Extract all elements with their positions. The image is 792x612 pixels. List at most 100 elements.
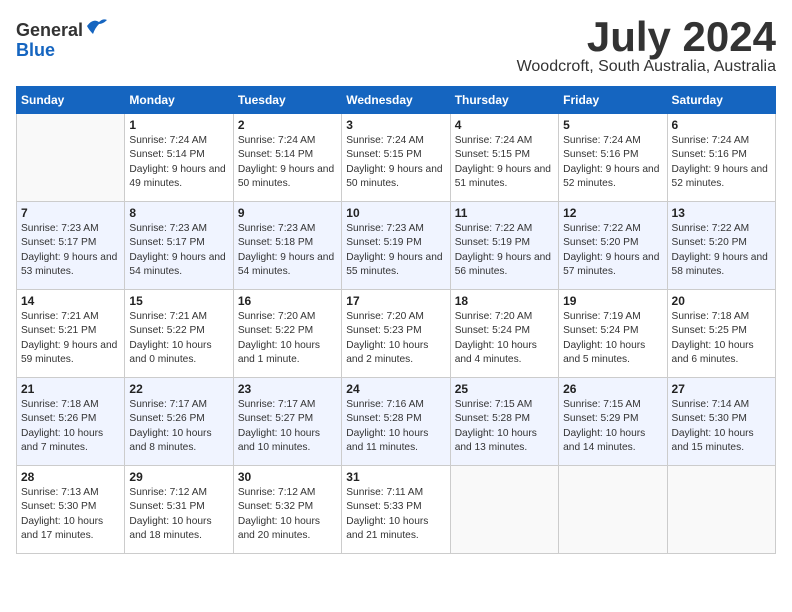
day-info: Sunrise: 7:23 AMSunset: 5:19 PMDaylight:… [346, 222, 445, 279]
calendar-table: SundayMondayTuesdayWednesdayThursdayFrid… [16, 86, 776, 554]
day-number: 19 [563, 294, 662, 308]
day-number: 17 [346, 294, 445, 308]
day-number: 26 [563, 382, 662, 396]
month-title: July 2024 [517, 16, 776, 58]
day-info: Sunrise: 7:17 AMSunset: 5:26 PMDaylight:… [129, 398, 228, 455]
day-number: 10 [346, 206, 445, 220]
day-number: 25 [455, 382, 554, 396]
calendar-day-cell: 13 Sunrise: 7:22 AMSunset: 5:20 PMDayligh… [667, 202, 775, 290]
calendar-day-cell: 20 Sunrise: 7:18 AMSunset: 5:25 PMDayligh… [667, 290, 775, 378]
day-info: Sunrise: 7:13 AMSunset: 5:30 PMDaylight:… [21, 486, 120, 543]
calendar-day-cell: 7 Sunrise: 7:23 AMSunset: 5:17 PMDaylight… [17, 202, 125, 290]
calendar-day-cell [667, 466, 775, 554]
day-info: Sunrise: 7:22 AMSunset: 5:20 PMDaylight:… [672, 222, 771, 279]
calendar-week-row: 7 Sunrise: 7:23 AMSunset: 5:17 PMDaylight… [17, 202, 776, 290]
day-number: 14 [21, 294, 120, 308]
calendar-day-cell: 19 Sunrise: 7:19 AMSunset: 5:24 PMDayligh… [559, 290, 667, 378]
day-number: 2 [238, 118, 337, 132]
day-number: 31 [346, 470, 445, 484]
calendar-day-cell: 25 Sunrise: 7:15 AMSunset: 5:28 PMDayligh… [450, 378, 558, 466]
day-info: Sunrise: 7:12 AMSunset: 5:32 PMDaylight:… [238, 486, 337, 543]
day-number: 27 [672, 382, 771, 396]
day-info: Sunrise: 7:23 AMSunset: 5:17 PMDaylight:… [21, 222, 120, 279]
day-number: 29 [129, 470, 228, 484]
day-info: Sunrise: 7:19 AMSunset: 5:24 PMDaylight:… [563, 310, 662, 367]
day-number: 16 [238, 294, 337, 308]
calendar-day-cell: 3 Sunrise: 7:24 AMSunset: 5:15 PMDaylight… [342, 114, 450, 202]
day-number: 30 [238, 470, 337, 484]
day-info: Sunrise: 7:24 AMSunset: 5:15 PMDaylight:… [346, 134, 445, 191]
calendar-day-cell: 11 Sunrise: 7:22 AMSunset: 5:19 PMDayligh… [450, 202, 558, 290]
day-info: Sunrise: 7:20 AMSunset: 5:23 PMDaylight:… [346, 310, 445, 367]
day-info: Sunrise: 7:15 AMSunset: 5:29 PMDaylight:… [563, 398, 662, 455]
day-info: Sunrise: 7:18 AMSunset: 5:26 PMDaylight:… [21, 398, 120, 455]
day-info: Sunrise: 7:21 AMSunset: 5:22 PMDaylight:… [129, 310, 228, 367]
calendar-week-row: 21 Sunrise: 7:18 AMSunset: 5:26 PMDayligh… [17, 378, 776, 466]
weekday-header: Sunday [17, 87, 125, 114]
calendar-week-row: 28 Sunrise: 7:13 AMSunset: 5:30 PMDayligh… [17, 466, 776, 554]
calendar-day-cell: 4 Sunrise: 7:24 AMSunset: 5:15 PMDaylight… [450, 114, 558, 202]
day-number: 13 [672, 206, 771, 220]
title-block: July 2024 Woodcroft, South Australia, Au… [517, 16, 776, 76]
calendar-day-cell: 5 Sunrise: 7:24 AMSunset: 5:16 PMDaylight… [559, 114, 667, 202]
day-number: 4 [455, 118, 554, 132]
calendar-day-cell: 21 Sunrise: 7:18 AMSunset: 5:26 PMDayligh… [17, 378, 125, 466]
day-info: Sunrise: 7:24 AMSunset: 5:16 PMDaylight:… [563, 134, 662, 191]
logo-blue: Blue [16, 40, 55, 60]
calendar-day-cell: 31Sunrise: 7:11 AMSunset: 5:33 PMDayligh… [342, 466, 450, 554]
day-number: 28 [21, 470, 120, 484]
calendar-day-cell: 12 Sunrise: 7:22 AMSunset: 5:20 PMDayligh… [559, 202, 667, 290]
calendar-week-row: 1 Sunrise: 7:24 AMSunset: 5:14 PMDaylight… [17, 114, 776, 202]
day-number: 1 [129, 118, 228, 132]
day-number: 6 [672, 118, 771, 132]
calendar-day-cell: 29Sunrise: 7:12 AMSunset: 5:31 PMDayligh… [125, 466, 233, 554]
weekday-header: Wednesday [342, 87, 450, 114]
calendar-day-cell: 10 Sunrise: 7:23 AMSunset: 5:19 PMDayligh… [342, 202, 450, 290]
day-info: Sunrise: 7:20 AMSunset: 5:24 PMDaylight:… [455, 310, 554, 367]
calendar-day-cell: 16Sunrise: 7:20 AMSunset: 5:22 PMDayligh… [233, 290, 341, 378]
calendar-day-cell: 18 Sunrise: 7:20 AMSunset: 5:24 PMDayligh… [450, 290, 558, 378]
calendar-day-cell [17, 114, 125, 202]
day-number: 20 [672, 294, 771, 308]
day-info: Sunrise: 7:18 AMSunset: 5:25 PMDaylight:… [672, 310, 771, 367]
day-info: Sunrise: 7:14 AMSunset: 5:30 PMDaylight:… [672, 398, 771, 455]
day-info: Sunrise: 7:22 AMSunset: 5:20 PMDaylight:… [563, 222, 662, 279]
calendar-day-cell [450, 466, 558, 554]
day-number: 5 [563, 118, 662, 132]
day-number: 3 [346, 118, 445, 132]
day-number: 7 [21, 206, 120, 220]
day-info: Sunrise: 7:15 AMSunset: 5:28 PMDaylight:… [455, 398, 554, 455]
weekday-header: Monday [125, 87, 233, 114]
weekday-header: Tuesday [233, 87, 341, 114]
day-number: 11 [455, 206, 554, 220]
logo: General Blue [16, 16, 107, 61]
day-info: Sunrise: 7:24 AMSunset: 5:15 PMDaylight:… [455, 134, 554, 191]
calendar-day-cell [559, 466, 667, 554]
day-info: Sunrise: 7:23 AMSunset: 5:17 PMDaylight:… [129, 222, 228, 279]
calendar-day-cell: 26 Sunrise: 7:15 AMSunset: 5:29 PMDayligh… [559, 378, 667, 466]
calendar-day-cell: 17 Sunrise: 7:20 AMSunset: 5:23 PMDayligh… [342, 290, 450, 378]
calendar-day-cell: 28 Sunrise: 7:13 AMSunset: 5:30 PMDayligh… [17, 466, 125, 554]
day-info: Sunrise: 7:23 AMSunset: 5:18 PMDaylight:… [238, 222, 337, 279]
calendar-day-cell: 24Sunrise: 7:16 AMSunset: 5:28 PMDayligh… [342, 378, 450, 466]
calendar-day-cell: 22 Sunrise: 7:17 AMSunset: 5:26 PMDayligh… [125, 378, 233, 466]
day-number: 18 [455, 294, 554, 308]
day-info: Sunrise: 7:17 AMSunset: 5:27 PMDaylight:… [238, 398, 337, 455]
weekday-header: Saturday [667, 87, 775, 114]
day-number: 12 [563, 206, 662, 220]
day-number: 8 [129, 206, 228, 220]
weekday-header: Friday [559, 87, 667, 114]
day-number: 24 [346, 382, 445, 396]
day-info: Sunrise: 7:22 AMSunset: 5:19 PMDaylight:… [455, 222, 554, 279]
calendar-day-cell: 6Sunrise: 7:24 AMSunset: 5:16 PMDaylight… [667, 114, 775, 202]
day-info: Sunrise: 7:24 AMSunset: 5:14 PMDaylight:… [129, 134, 228, 191]
day-number: 22 [129, 382, 228, 396]
day-number: 21 [21, 382, 120, 396]
page-header: General Blue July 2024 Woodcroft, South … [16, 16, 776, 76]
calendar-day-cell: 14Sunrise: 7:21 AMSunset: 5:21 PMDayligh… [17, 290, 125, 378]
calendar-day-cell: 30 Sunrise: 7:12 AMSunset: 5:32 PMDayligh… [233, 466, 341, 554]
day-number: 9 [238, 206, 337, 220]
calendar-day-cell: 8 Sunrise: 7:23 AMSunset: 5:17 PMDaylight… [125, 202, 233, 290]
day-number: 15 [129, 294, 228, 308]
calendar-day-cell: 27 Sunrise: 7:14 AMSunset: 5:30 PMDayligh… [667, 378, 775, 466]
